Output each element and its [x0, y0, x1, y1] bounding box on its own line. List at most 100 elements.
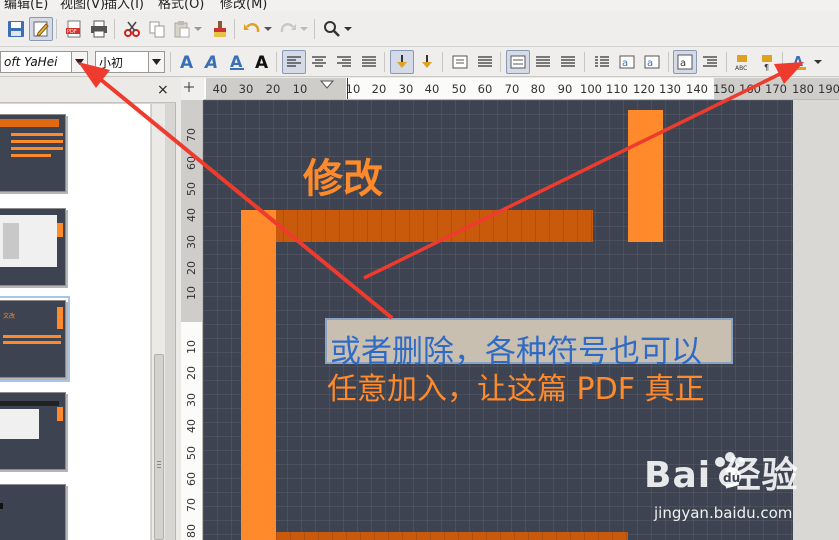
- text-direction-icon[interactable]: [390, 50, 414, 74]
- body-text[interactable]: 任意加入，让这篇 PDF 真正: [327, 364, 705, 408]
- character-icon[interactable]: a: [673, 50, 697, 74]
- ruler-label: 40: [212, 82, 228, 96]
- font-name-value: oft YaHei: [4, 55, 58, 69]
- ruler-label: 100: [580, 82, 602, 96]
- chevron-down-icon[interactable]: [298, 17, 310, 41]
- ruler-label: 80: [530, 82, 546, 96]
- slide-canvas[interactable]: 修改 或者删除，各种符号也可以 任意加入，让这篇 PDF 真正 Bai 经验 d…: [203, 100, 839, 540]
- chevron-down-icon[interactable]: [192, 17, 204, 41]
- svg-text:A: A: [180, 53, 194, 71]
- align-left-icon[interactable]: [282, 50, 306, 74]
- ruler-label: 30: [185, 235, 198, 249]
- ruler-label: 40: [424, 82, 440, 96]
- orange-vertical-bar: [241, 210, 276, 540]
- slide-title[interactable]: 修改: [303, 146, 383, 204]
- menu-view[interactable]: 视图(V): [60, 0, 105, 11]
- slide[interactable]: 修改 或者删除，各种符号也可以 任意加入，让这篇 PDF 真正 Bai 经验 d…: [203, 100, 798, 540]
- formatting-marks-icon[interactable]: ¶: [756, 50, 780, 74]
- chevron-down-icon[interactable]: [148, 52, 164, 72]
- ruler-label: 40: [185, 208, 198, 222]
- font-size-combo[interactable]: 小初: [95, 51, 165, 73]
- menu-edit[interactable]: 编辑(E): [4, 0, 48, 11]
- vertical-ruler[interactable]: 70 60 50 40 30 20 10 10 20 30 40 50 60 7…: [181, 100, 203, 540]
- slide-thumbnail-selected[interactable]: 文改: [0, 296, 70, 382]
- baidu-watermark: Bai 经验 du jingyan.baidu.com: [644, 446, 834, 526]
- svg-text:PDF: PDF: [67, 29, 77, 35]
- menu-bar: 编辑(E) 视图(V) 插入(I) 格式(O) 修改(M): [0, 0, 839, 11]
- ruler-label: 60: [185, 472, 198, 486]
- cut-icon[interactable]: [120, 17, 144, 41]
- svg-text:a: a: [622, 58, 628, 69]
- spellcheck-icon[interactable]: ABC: [731, 50, 755, 74]
- save-icon[interactable]: [4, 17, 28, 41]
- ruler-label: 160: [739, 82, 761, 96]
- numbering-icon[interactable]: [473, 50, 497, 74]
- ruler-label: 10: [292, 82, 308, 96]
- slide-thumbnail[interactable]: [0, 208, 66, 286]
- chevron-down-icon[interactable]: [71, 52, 87, 72]
- font-color-icon[interactable]: A: [787, 50, 811, 74]
- font-name-combo[interactable]: oft YaHei: [0, 51, 88, 73]
- selected-text-box[interactable]: 或者删除，各种符号也可以: [325, 318, 733, 370]
- shadow-icon[interactable]: A: [250, 50, 274, 74]
- svg-text:¶: ¶: [764, 63, 769, 71]
- chevron-down-icon[interactable]: [811, 50, 825, 74]
- ruler-label: 60: [477, 82, 493, 96]
- find-icon[interactable]: [320, 17, 344, 41]
- ruler-label: 180: [792, 82, 814, 96]
- ruler-label: 170: [765, 82, 787, 96]
- print-icon[interactable]: [87, 17, 111, 41]
- line-spacing-1-icon[interactable]: [506, 50, 530, 74]
- indent-marker-icon[interactable]: [320, 80, 334, 90]
- paste-icon[interactable]: [170, 17, 194, 41]
- slide-thumbnail[interactable]: [0, 392, 66, 470]
- ruler-label: 90: [557, 82, 573, 96]
- scrollbar-handle[interactable]: [154, 354, 164, 540]
- ruler-label: 70: [185, 498, 198, 512]
- chevron-down-icon[interactable]: [262, 17, 274, 41]
- menu-format[interactable]: 格式(O): [158, 0, 204, 11]
- copy-icon[interactable]: [145, 17, 169, 41]
- ruler-label: 20: [371, 82, 387, 96]
- svg-text:du: du: [723, 471, 740, 485]
- menu-insert[interactable]: 插入(I): [104, 0, 144, 11]
- ruler-label: 70: [504, 82, 520, 96]
- slide-thumbnail-list: 文改: [0, 104, 150, 540]
- ruler-label: 70: [185, 128, 198, 142]
- list-icon[interactable]: [448, 50, 472, 74]
- clone-formatting-icon[interactable]: [208, 17, 232, 41]
- align-center-icon[interactable]: [307, 50, 331, 74]
- export-pdf-icon[interactable]: PDF: [62, 17, 86, 41]
- chevron-down-icon[interactable]: [342, 17, 354, 41]
- underline-icon[interactable]: A: [225, 50, 249, 74]
- ruler-label: 10: [185, 340, 198, 354]
- bold-icon[interactable]: A: [175, 50, 199, 74]
- slide-thumbnail[interactable]: [0, 484, 66, 540]
- horizontal-ruler[interactable]: 40 30 20 10 10 20 30 40 50 60 70 80 90 1…: [204, 78, 839, 100]
- slide-thumbnail[interactable]: [0, 114, 66, 192]
- text-direction-rtl-icon[interactable]: [415, 50, 439, 74]
- line-spacing-15-icon[interactable]: [531, 50, 555, 74]
- formatting-toolbar: oft YaHei 小初 A A A A a a a ABC ¶ A: [0, 47, 839, 77]
- ruler-label: 120: [633, 82, 655, 96]
- svg-text:a: a: [680, 58, 686, 69]
- ruler-corner: [181, 78, 204, 100]
- font-size-value: 小初: [99, 55, 124, 70]
- undo-icon[interactable]: [240, 17, 264, 41]
- menu-modify[interactable]: 修改(M): [220, 0, 267, 11]
- redo-icon[interactable]: [276, 17, 300, 41]
- superscript-icon[interactable]: a: [615, 50, 639, 74]
- ruler-label: 20: [265, 82, 281, 96]
- close-icon[interactable]: ×: [157, 82, 169, 98]
- paragraph-icon[interactable]: [590, 50, 614, 74]
- panel-scrollbar[interactable]: [151, 104, 165, 540]
- align-right-icon[interactable]: [332, 50, 356, 74]
- subscript-icon[interactable]: a: [640, 50, 664, 74]
- edit-mode-icon[interactable]: [29, 17, 53, 41]
- justify-icon[interactable]: [357, 50, 381, 74]
- ruler-label: 50: [185, 446, 198, 460]
- ruler-label: 130: [659, 82, 681, 96]
- indent-icon[interactable]: [698, 50, 722, 74]
- italic-icon[interactable]: A: [200, 50, 224, 74]
- line-spacing-2-icon[interactable]: [556, 50, 580, 74]
